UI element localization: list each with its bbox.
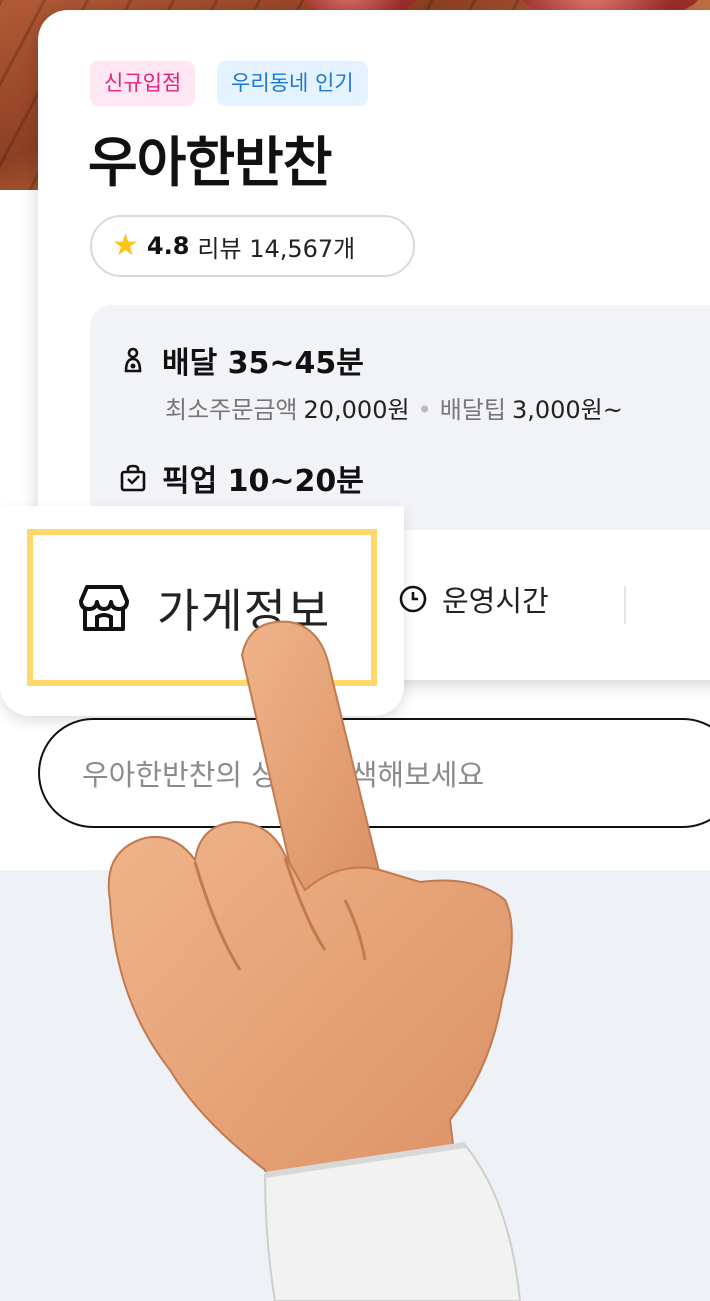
- delivery-scooter-icon: [124, 347, 142, 373]
- min-order-label: 최소주문금액: [165, 396, 298, 424]
- pickup-title: 픽업 10~20분: [162, 464, 364, 499]
- store-name: 우아한반찬: [88, 131, 332, 194]
- delivery-time: 배달 35~45분: [118, 338, 364, 382]
- pointing-hand-icon: [107, 620, 522, 1301]
- star-icon: ★: [112, 228, 139, 263]
- tab-divider: [624, 586, 626, 624]
- rating-score: 4.8: [146, 232, 190, 260]
- delivery-tip-label: 배달팁: [439, 396, 506, 424]
- delivery-tip-value: 3,000원~: [511, 396, 623, 424]
- pickup-time: 픽업 10~20분: [118, 456, 364, 500]
- delivery-title: 배달 35~45분: [162, 346, 364, 381]
- shopping-bag-icon: [120, 464, 146, 492]
- delivery-details: 최소주문금액 20,000원 • 배달팁 3,000원~: [165, 396, 623, 424]
- badge-local-popular: 우리동네 인기: [217, 61, 368, 106]
- rating-review-button[interactable]: ★ 4.8 리뷰 14,567개: [90, 215, 415, 277]
- badge-new-store: 신규입점: [90, 61, 196, 106]
- min-order-value: 20,000원: [303, 396, 410, 424]
- review-count: 리뷰 14,567개: [197, 234, 356, 263]
